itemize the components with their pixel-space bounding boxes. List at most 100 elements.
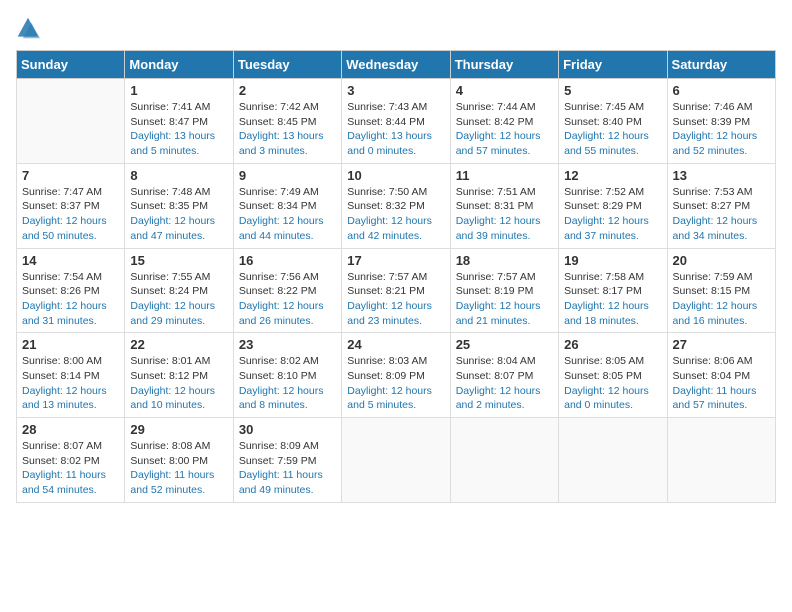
day-cell: 24Sunrise: 8:03 AMSunset: 8:09 PMDayligh…	[342, 333, 450, 418]
sunset: Sunset: 8:17 PM	[564, 285, 642, 297]
day-cell: 4Sunrise: 7:44 AMSunset: 8:42 PMDaylight…	[450, 79, 558, 164]
day-info: Sunrise: 7:42 AMSunset: 8:45 PMDaylight:…	[239, 100, 336, 159]
sunset: Sunset: 8:47 PM	[130, 116, 208, 128]
sunrise: Sunrise: 7:54 AM	[22, 271, 102, 283]
day-info: Sunrise: 7:50 AMSunset: 8:32 PMDaylight:…	[347, 185, 444, 244]
daylight-hours: Daylight: 12 hours and 29 minutes.	[130, 300, 215, 327]
day-number: 27	[673, 337, 770, 352]
day-cell: 10Sunrise: 7:50 AMSunset: 8:32 PMDayligh…	[342, 163, 450, 248]
daylight-hours: Daylight: 12 hours and 26 minutes.	[239, 300, 324, 327]
day-number: 2	[239, 83, 336, 98]
sunrise: Sunrise: 7:44 AM	[456, 101, 536, 113]
week-row: 21Sunrise: 8:00 AMSunset: 8:14 PMDayligh…	[17, 333, 776, 418]
daylight-hours: Daylight: 12 hours and 39 minutes.	[456, 215, 541, 242]
sunset: Sunset: 8:35 PM	[130, 200, 208, 212]
header-day: Tuesday	[233, 51, 341, 79]
daylight-hours: Daylight: 12 hours and 44 minutes.	[239, 215, 324, 242]
header-day: Thursday	[450, 51, 558, 79]
sunset: Sunset: 8:15 PM	[673, 285, 751, 297]
sunrise: Sunrise: 7:51 AM	[456, 186, 536, 198]
day-info: Sunrise: 7:57 AMSunset: 8:19 PMDaylight:…	[456, 270, 553, 329]
day-cell: 28 Sunrise: 8:07 AMSunset: 8:02 PMDayligh…	[17, 418, 125, 503]
day-cell	[450, 418, 558, 503]
day-cell: 2 Sunrise: 7:42 AMSunset: 8:45 PMDaylight…	[233, 79, 341, 164]
daylight-hours: Daylight: 11 hours and 49 minutes.	[239, 469, 323, 496]
day-cell: 9 Sunrise: 7:49 AMSunset: 8:34 PMDaylight…	[233, 163, 341, 248]
day-cell: 12 Sunrise: 7:52 AMSunset: 8:29 PMDayligh…	[559, 163, 667, 248]
header-day: Friday	[559, 51, 667, 79]
day-info: Sunrise: 8:06 AM Sunset: 8:04 PM Daylight:…	[673, 354, 770, 413]
day-number: 12	[564, 168, 661, 183]
sunset: Sunset: 8:26 PM	[22, 285, 100, 297]
day-number: 13	[673, 168, 770, 183]
sunset: Sunset: 8:39 PM	[673, 116, 751, 128]
sunrise: Sunrise: 7:46 AM	[673, 101, 753, 113]
day-number: 19	[564, 253, 661, 268]
sunrise: Sunrise: 7:53 AM	[673, 186, 753, 198]
day-number: 14	[22, 253, 119, 268]
daylight-hours: Daylight: 12 hours and 31 minutes.	[22, 300, 107, 327]
day-info: Sunrise: 7:58 AMSunset: 8:17 PMDaylight:…	[564, 270, 661, 329]
day-number: 5	[564, 83, 661, 98]
sunrise: Sunrise: 7:47 AM	[22, 186, 102, 198]
daylight-hours: Daylight: 12 hours and 52 minutes.	[673, 130, 758, 157]
day-number: 11	[456, 168, 553, 183]
sunset: Sunset: 8:19 PM	[456, 285, 534, 297]
sunset: Sunset: 8:10 PM	[239, 370, 317, 382]
day-cell: 3Sunrise: 7:43 AMSunset: 8:44 PMDaylight…	[342, 79, 450, 164]
day-info: Sunrise: 7:52 AMSunset: 8:29 PMDaylight:…	[564, 185, 661, 244]
daylight-hours: Daylight: 12 hours and 2 minutes.	[456, 385, 541, 412]
daylight-hours: Daylight: 12 hours and 13 minutes.	[22, 385, 107, 412]
sunrise: Sunrise: 8:04 AM	[456, 355, 536, 367]
day-number: 3	[347, 83, 444, 98]
daylight-hours: Daylight: 13 hours and 0 minutes.	[347, 130, 432, 157]
day-info: Sunrise: 7:48 AMSunset: 8:35 PMDaylight:…	[130, 185, 227, 244]
sunset: Sunset: 8:32 PM	[347, 200, 425, 212]
sunrise: Sunrise: 8:06 AM	[673, 355, 753, 367]
sunset: Sunset: 8:00 PM	[130, 455, 208, 467]
sunrise: Sunrise: 8:05 AM	[564, 355, 644, 367]
sunset: Sunset: 8:12 PM	[130, 370, 208, 382]
day-number: 1	[130, 83, 227, 98]
day-info: Sunrise: 8:08 AMSunset: 8:00 PMDaylight:…	[130, 439, 227, 498]
day-cell	[667, 418, 775, 503]
day-info: Sunrise: 8:03 AMSunset: 8:09 PMDaylight:…	[347, 354, 444, 413]
day-cell: 29Sunrise: 8:08 AMSunset: 8:00 PMDayligh…	[125, 418, 233, 503]
day-info: Sunrise: 8:07 AMSunset: 8:02 PMDaylight:…	[22, 439, 119, 498]
daylight-hours: Daylight: 11 hours and 52 minutes.	[130, 469, 214, 496]
sunset: Sunset: 8:34 PM	[239, 200, 317, 212]
sunrise: Sunrise: 7:55 AM	[130, 271, 210, 283]
day-number: 15	[130, 253, 227, 268]
daylight-hours: Daylight: 12 hours and 50 minutes.	[22, 215, 107, 242]
sunset: Sunset: 8:09 PM	[347, 370, 425, 382]
day-cell: 27 Sunrise: 8:06 AM Sunset: 8:04 PM Dayligh…	[667, 333, 775, 418]
sunrise: Sunrise: 7:59 AM	[673, 271, 753, 283]
day-info: Sunrise: 7:51 AM Sunset: 8:31 PM Daylight:…	[456, 185, 553, 244]
day-info: Sunrise: 7:45 AMSunset: 8:40 PMDaylight:…	[564, 100, 661, 159]
daylight-hours: Daylight: 12 hours and 10 minutes.	[130, 385, 215, 412]
sunset: Sunset: 8:31 PM	[456, 200, 534, 212]
sunset: Sunset: 8:05 PM	[564, 370, 642, 382]
day-number: 9	[239, 168, 336, 183]
day-info: Sunrise: 8:04 AM Sunset: 8:07 PM Daylight:…	[456, 354, 553, 413]
day-number: 30	[239, 422, 336, 437]
day-cell: 7Sunrise: 7:47 AMSunset: 8:37 PMDaylight…	[17, 163, 125, 248]
day-number: 28	[22, 422, 119, 437]
daylight-hours: Daylight: 11 hours and 57 minutes.	[673, 385, 757, 412]
day-cell: 30Sunrise: 8:09 AMSunset: 7:59 PMDayligh…	[233, 418, 341, 503]
day-cell: 11 Sunrise: 7:51 AM Sunset: 8:31 PM Dayligh…	[450, 163, 558, 248]
sunset: Sunset: 8:07 PM	[456, 370, 534, 382]
day-info: Sunrise: 7:49 AMSunset: 8:34 PMDaylight:…	[239, 185, 336, 244]
week-row: 14 Sunrise: 7:54 AM Sunset: 8:26 PM Dayligh…	[17, 248, 776, 333]
day-info: Sunrise: 8:00 AMSunset: 8:14 PMDaylight:…	[22, 354, 119, 413]
header-day: Wednesday	[342, 51, 450, 79]
sunrise: Sunrise: 7:42 AM	[239, 101, 319, 113]
day-cell: 5 Sunrise: 7:45 AMSunset: 8:40 PMDaylight…	[559, 79, 667, 164]
day-cell: 18Sunrise: 7:57 AMSunset: 8:19 PMDayligh…	[450, 248, 558, 333]
sunrise: Sunrise: 7:57 AM	[456, 271, 536, 283]
day-cell: 16Sunrise: 7:56 AMSunset: 8:22 PMDayligh…	[233, 248, 341, 333]
sunset: Sunset: 8:04 PM	[673, 370, 751, 382]
sunset: Sunset: 8:42 PM	[456, 116, 534, 128]
header-row: SundayMondayTuesdayWednesdayThursdayFrid…	[17, 51, 776, 79]
sunset: Sunset: 8:22 PM	[239, 285, 317, 297]
